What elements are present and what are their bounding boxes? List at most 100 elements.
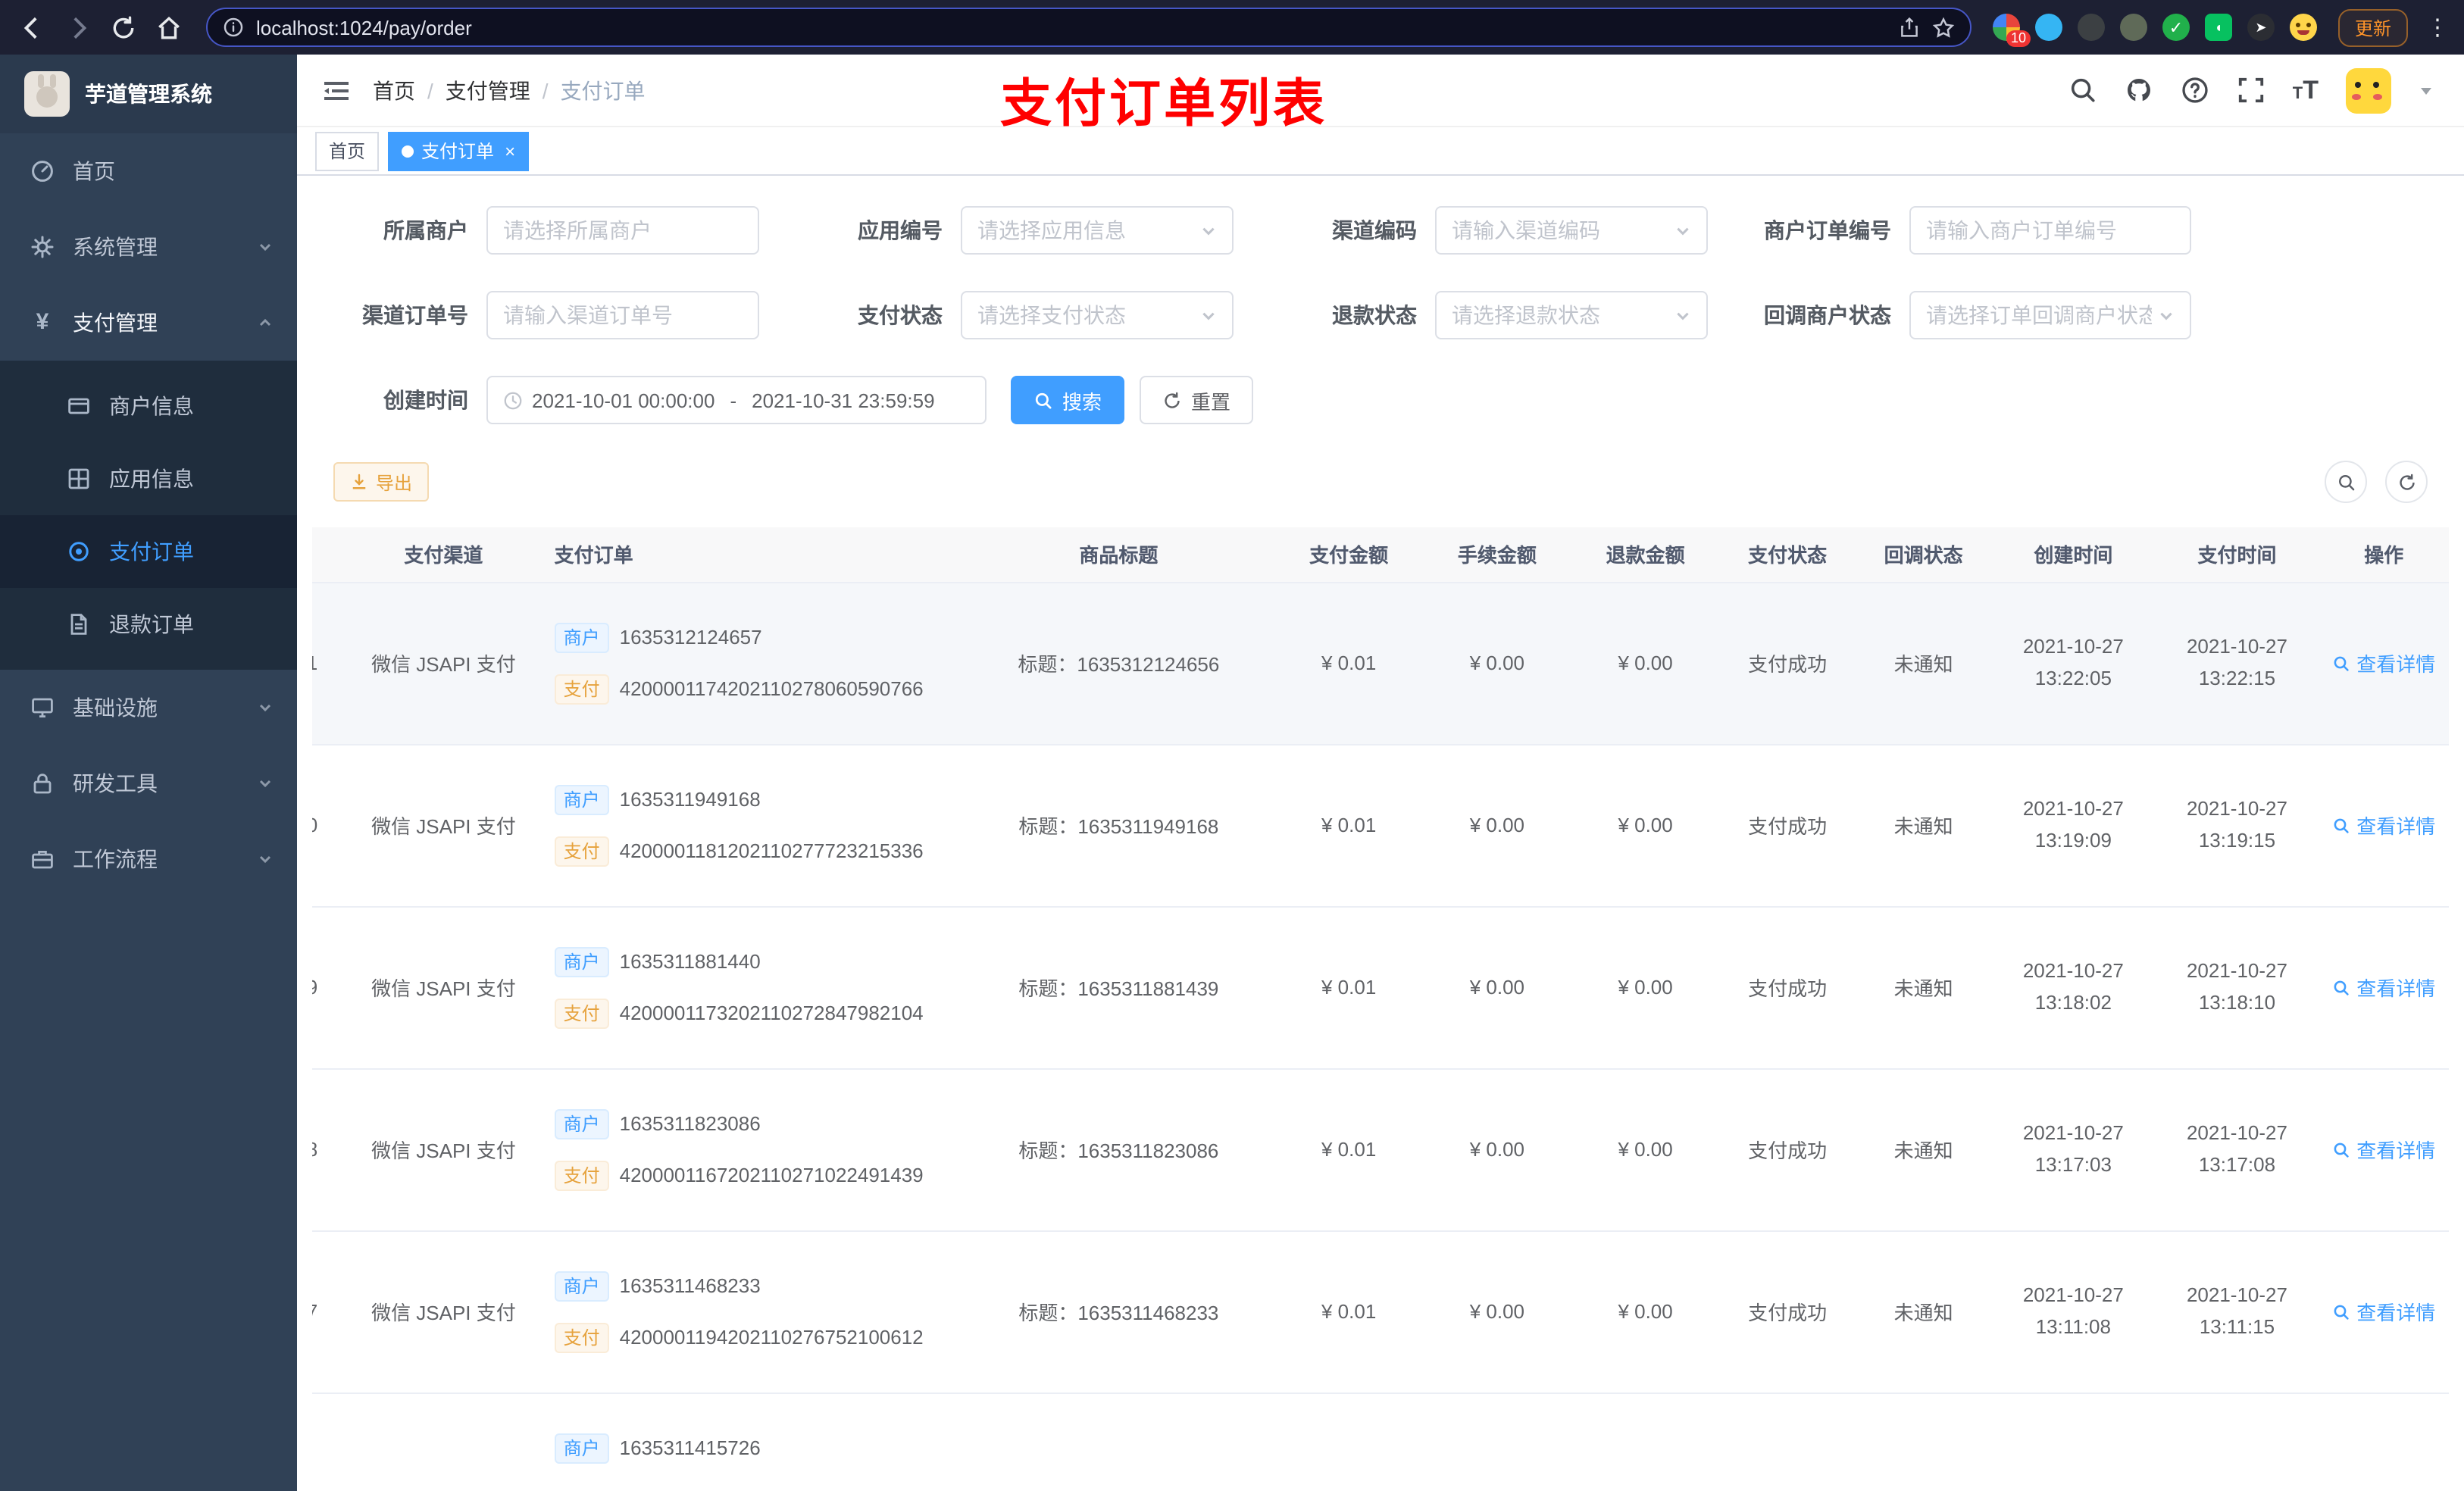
table-row: 19 微信 JSAPI 支付 商户 1635311881440 支付 42000… bbox=[312, 906, 2449, 1069]
merchant-order-number: 1635311468233 bbox=[619, 1274, 761, 1297]
extension-dark2-icon[interactable] bbox=[2119, 14, 2147, 41]
cell-title: 标题：1635311823086 bbox=[962, 1068, 1275, 1231]
target-icon bbox=[67, 539, 91, 564]
refund-status-select[interactable]: 请选择退款状态 bbox=[1435, 291, 1708, 339]
breadcrumb: 首页 / 支付管理 / 支付订单 bbox=[373, 75, 646, 105]
breadcrumb-payment[interactable]: 支付管理 bbox=[446, 75, 530, 105]
toggle-search-icon[interactable] bbox=[2325, 461, 2367, 503]
site-info-icon[interactable] bbox=[223, 17, 244, 38]
close-icon[interactable]: × bbox=[505, 140, 515, 161]
app-title: 芋道管理系统 bbox=[85, 82, 212, 106]
pay-transaction-number: 4200001181202110277723215336 bbox=[619, 839, 924, 862]
merchant-order-number: 1635312124657 bbox=[619, 626, 762, 649]
sidebar-item-refund-order[interactable]: 退款订单 bbox=[0, 588, 297, 661]
col-channel: 支付渠道 bbox=[357, 527, 530, 583]
merchant-tag: 商户 bbox=[554, 784, 609, 814]
extension-chat-icon[interactable]: ◖ bbox=[2204, 14, 2232, 41]
extension-check-icon[interactable]: ✓ bbox=[2162, 14, 2190, 41]
bookmark-star-icon[interactable] bbox=[1932, 16, 1955, 39]
filter-label: 退款状态 bbox=[1332, 303, 1417, 327]
channel-code-select[interactable]: 请输入渠道编码 bbox=[1435, 206, 1708, 255]
merchant-input[interactable] bbox=[486, 206, 759, 255]
search-icon[interactable] bbox=[2068, 76, 2097, 105]
forward-icon[interactable] bbox=[61, 11, 94, 44]
view-detail-link[interactable]: 查看详情 bbox=[2332, 1135, 2435, 1164]
merchant-order-no-field[interactable] bbox=[1926, 218, 2175, 242]
tab-home[interactable]: 首页 bbox=[315, 131, 380, 170]
merchant-input-field[interactable] bbox=[503, 218, 743, 242]
font-size-icon[interactable]: TT bbox=[2293, 75, 2319, 105]
chrome-menu-icon[interactable]: ⋮ bbox=[2426, 14, 2449, 41]
sidebar-item-system[interactable]: 系统管理 bbox=[0, 209, 297, 285]
top-navbar: 首页 / 支付管理 / 支付订单 支付订单列表 T T bbox=[297, 55, 2464, 133]
extensions-puzzle-icon[interactable]: 10 bbox=[1992, 14, 2031, 47]
back-icon[interactable] bbox=[15, 11, 48, 44]
filter-channel-code: 渠道编码 请输入渠道编码 bbox=[1282, 206, 1756, 255]
chrome-update-button[interactable]: 更新 bbox=[2337, 8, 2408, 46]
sidebar-item-label: 支付管理 bbox=[73, 311, 158, 335]
help-icon[interactable] bbox=[2181, 76, 2209, 105]
cell-notify: 未通知 bbox=[1855, 1230, 1992, 1393]
select-placeholder: 请选择应用信息 bbox=[977, 218, 1126, 242]
tab-pay-order[interactable]: 支付订单 × bbox=[388, 131, 530, 170]
date-start-value[interactable]: 2021-10-01 00:00:00 bbox=[532, 389, 714, 411]
filter-create-time: 创建时间 2021-10-01 00:00:00 - 2021-10-31 23… bbox=[333, 376, 987, 424]
sidebar-item-pay-order[interactable]: 支付订单 bbox=[0, 515, 297, 588]
reset-button[interactable]: 重置 bbox=[1140, 376, 1254, 424]
merchant-order-no-input[interactable] bbox=[1909, 206, 2191, 255]
cell-amount: ¥ 0.01 bbox=[1274, 1068, 1424, 1231]
col-created: 创建时间 bbox=[1991, 527, 2156, 583]
col-status: 支付状态 bbox=[1719, 527, 1856, 583]
notify-status-select[interactable]: 请选择订单回调商户状态 bbox=[1909, 291, 2191, 339]
sidebar-item-infra[interactable]: 基础设施 bbox=[0, 670, 297, 746]
breadcrumb-home[interactable]: 首页 bbox=[373, 75, 415, 105]
extension-drop-icon[interactable] bbox=[2034, 14, 2062, 41]
tags-view-bar: 首页 支付订单 × bbox=[297, 127, 2464, 176]
user-caret-icon[interactable] bbox=[2419, 83, 2434, 98]
user-avatar[interactable] bbox=[2346, 67, 2391, 113]
app-id-select[interactable]: 请选择应用信息 bbox=[961, 206, 1234, 255]
view-detail-link[interactable]: 查看详情 bbox=[2332, 649, 2435, 677]
gear-icon bbox=[30, 235, 55, 259]
refresh-table-icon[interactable] bbox=[2385, 461, 2428, 503]
url-text[interactable]: localhost:1024/pay/order bbox=[256, 16, 1887, 39]
fullscreen-icon[interactable] bbox=[2237, 76, 2265, 105]
search-button[interactable]: 搜索 bbox=[1011, 376, 1125, 424]
sidebar-item-payment[interactable]: ¥ 支付管理 bbox=[0, 285, 297, 361]
github-icon[interactable] bbox=[2125, 76, 2153, 105]
view-detail-link[interactable]: 查看详情 bbox=[2332, 811, 2435, 839]
refresh-icon[interactable] bbox=[106, 11, 139, 44]
extension-pin-icon[interactable]: ➤ bbox=[2247, 14, 2275, 41]
channel-order-no-field[interactable] bbox=[503, 303, 743, 327]
hamburger-icon[interactable] bbox=[321, 75, 352, 105]
pay-status-select[interactable]: 请选择支付状态 bbox=[961, 291, 1234, 339]
export-button[interactable]: 导出 bbox=[333, 462, 430, 502]
date-end-value[interactable]: 2021-10-31 23:59:59 bbox=[752, 389, 934, 411]
extension-dark1-icon[interactable] bbox=[2077, 14, 2105, 41]
sidebar-item-app-info[interactable]: 应用信息 bbox=[0, 442, 297, 515]
cell-amount: ¥ 0.01 bbox=[1274, 744, 1424, 907]
navbar-actions: TT bbox=[2068, 67, 2434, 113]
view-detail-label: 查看详情 bbox=[2356, 653, 2436, 676]
address-bar[interactable]: localhost:1024/pay/order bbox=[206, 8, 1972, 47]
sidebar-item-merchant-info[interactable]: 商户信息 bbox=[0, 370, 297, 442]
view-detail-link[interactable]: 查看详情 bbox=[2332, 1297, 2435, 1326]
channel-order-no-input[interactable] bbox=[486, 291, 759, 339]
profile-avatar-icon[interactable] bbox=[2289, 14, 2317, 41]
home-icon[interactable] bbox=[152, 11, 185, 44]
sidebar-item-home[interactable]: 首页 bbox=[0, 133, 297, 209]
date-range-picker[interactable]: 2021-10-01 00:00:00 - 2021-10-31 23:59:5… bbox=[486, 376, 987, 424]
sidebar-item-label: 系统管理 bbox=[73, 235, 158, 259]
select-placeholder: 请选择退款状态 bbox=[1452, 303, 1600, 327]
cell-title: 标题：1635311881439 bbox=[962, 906, 1275, 1069]
chevron-down-icon bbox=[258, 776, 273, 791]
view-detail-link[interactable]: 查看详情 bbox=[2332, 973, 2435, 1002]
sidebar-item-workflow[interactable]: 工作流程 bbox=[0, 821, 297, 897]
pay-tag: 支付 bbox=[554, 998, 609, 1028]
share-icon[interactable] bbox=[1899, 17, 1920, 38]
reset-button-label: 重置 bbox=[1191, 390, 1231, 413]
sidebar-item-dev-tools[interactable]: 研发工具 bbox=[0, 746, 297, 821]
dashboard-icon bbox=[30, 159, 55, 183]
cell-paid-time bbox=[2155, 1393, 2319, 1491]
sidebar-logo[interactable]: 芋道管理系统 bbox=[0, 55, 297, 133]
